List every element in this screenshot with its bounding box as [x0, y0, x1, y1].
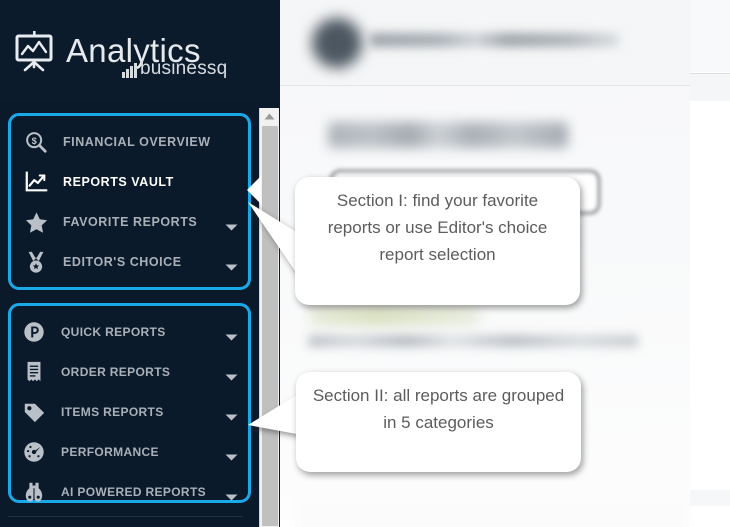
chevron-down-icon[interactable] [225, 368, 238, 381]
callout-section-2: Section II: all reports are grouped in 5… [296, 372, 581, 472]
line-chart-up-icon [23, 169, 49, 195]
brand-subtitle: businessq [140, 58, 228, 79]
sidebar-item-label: REPORTS VAULT [63, 175, 174, 189]
background-subtitle-text [308, 335, 638, 347]
nav-group-section-2: QUICK REPORTS ORDER REPORTS ITEMS REPORT… [8, 303, 251, 503]
p-circle-icon [21, 319, 47, 345]
app-root: Analytics businessq $ FINANCIAL OVERVIEW… [0, 0, 730, 527]
binoculars-icon [21, 479, 47, 505]
sidebar-item-quick-reports[interactable]: QUICK REPORTS [11, 312, 248, 352]
magnifier-dollar-icon: $ [23, 129, 49, 155]
receipt-icon [21, 359, 47, 385]
sidebar-scrollbar[interactable] [259, 108, 279, 527]
user-avatar-circle [312, 18, 362, 68]
background-right-strip-bottom [690, 490, 730, 506]
brand-subtitle-row: businessq [122, 59, 227, 78]
sidebar-item-ai-powered-reports[interactable]: AI POWERED REPORTS [11, 472, 248, 512]
presentation-chart-icon [8, 25, 60, 77]
tag-icon [21, 399, 47, 425]
background-page-title [328, 122, 568, 148]
gauge-icon [21, 439, 47, 465]
sidebar-item-label: AI POWERED REPORTS [61, 485, 206, 499]
chevron-down-icon[interactable] [225, 218, 238, 231]
bar-chart-icon [122, 63, 139, 78]
chevron-down-icon[interactable] [225, 488, 238, 501]
chevron-down-icon[interactable] [225, 328, 238, 341]
sidebar-item-label: ITEMS REPORTS [61, 405, 164, 419]
background-right-strip-top [690, 0, 730, 72]
sidebar-item-favorite-reports[interactable]: FAVORITE REPORTS [11, 202, 248, 242]
background-highlight-band [310, 308, 480, 324]
sidebar-item-label: PERFORMANCE [61, 445, 159, 459]
sidebar-divider [8, 516, 243, 517]
sidebar-item-label: FAVORITE REPORTS [63, 215, 198, 229]
sidebar-item-financial-overview[interactable]: $ FINANCIAL OVERVIEW [11, 122, 248, 162]
background-right-strip-mid [690, 73, 730, 101]
chevron-up-icon[interactable] [260, 108, 279, 124]
sidebar-item-editors-choice[interactable]: EDITOR'S CHOICE [11, 242, 248, 282]
star-icon [23, 209, 49, 235]
background-lower-card [295, 500, 690, 527]
chevron-down-icon[interactable] [225, 408, 238, 421]
callout-section-1: Section I: find your favorite reports or… [295, 177, 580, 305]
sidebar-item-order-reports[interactable]: ORDER REPORTS [11, 352, 248, 392]
sidebar: Analytics businessq $ FINANCIAL OVERVIEW… [0, 0, 280, 527]
sidebar-item-label: FINANCIAL OVERVIEW [63, 135, 211, 149]
brand-header[interactable]: Analytics [0, 0, 280, 101]
svg-text:$: $ [32, 136, 37, 146]
chevron-down-icon[interactable] [225, 448, 238, 461]
sidebar-item-reports-vault[interactable]: REPORTS VAULT [11, 162, 248, 202]
chevron-down-icon[interactable] [225, 258, 238, 271]
medal-icon [23, 249, 49, 275]
sidebar-item-items-reports[interactable]: ITEMS REPORTS [11, 392, 248, 432]
sidebar-item-performance[interactable]: PERFORMANCE [11, 432, 248, 472]
callout-text: Section II: all reports are grouped in 5… [312, 386, 565, 432]
background-header-text [370, 33, 620, 47]
nav-group-section-1: $ FINANCIAL OVERVIEW REPORTS VAULT FAVOR… [8, 113, 251, 290]
sidebar-item-label: EDITOR'S CHOICE [63, 255, 182, 269]
sidebar-item-label: ORDER REPORTS [61, 365, 171, 379]
sidebar-item-label: QUICK REPORTS [61, 325, 166, 339]
callout-text: Section I: find your favorite reports or… [327, 191, 548, 264]
